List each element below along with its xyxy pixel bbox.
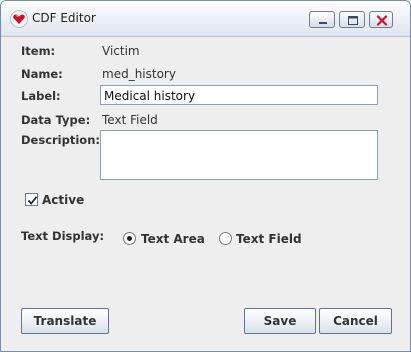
close-button[interactable] [369, 11, 393, 28]
minimize-icon [319, 22, 327, 24]
active-label: Active [42, 193, 85, 207]
title-bar[interactable]: CDF Editor [1, 1, 410, 37]
description-textarea[interactable] [100, 130, 378, 180]
maximize-button[interactable] [339, 11, 365, 28]
checkmark-icon [27, 196, 38, 205]
close-icon [376, 15, 388, 26]
window-title: CDF Editor [32, 11, 96, 25]
text-display-label: Text Display: [21, 229, 105, 243]
text-field-radio-label: Text Field [236, 232, 302, 246]
data-type-value: Text Field [102, 113, 158, 127]
radio-selected-dot [127, 236, 132, 241]
maximize-icon [348, 16, 358, 25]
text-area-radio-label: Text Area [141, 232, 205, 246]
heart-app-icon [10, 10, 28, 28]
data-type-label: Data Type: [21, 113, 91, 127]
description-label: Description: [21, 133, 100, 147]
minimize-button[interactable] [309, 11, 335, 28]
text-area-radio[interactable] [123, 232, 136, 245]
cdf-editor-window: CDF Editor Item: Victim Name: med_histor… [0, 0, 411, 352]
cancel-button[interactable]: Cancel [319, 308, 392, 334]
label-field-label: Label: [21, 89, 61, 103]
translate-button[interactable]: Translate [21, 308, 109, 334]
save-button[interactable]: Save [244, 308, 316, 334]
active-checkbox[interactable] [25, 193, 38, 206]
text-field-radio[interactable] [219, 232, 232, 245]
item-value: Victim [102, 44, 140, 58]
name-value: med_history [102, 67, 176, 81]
item-label: Item: [21, 44, 56, 58]
name-label: Name: [21, 67, 63, 81]
label-input[interactable] [100, 85, 378, 105]
